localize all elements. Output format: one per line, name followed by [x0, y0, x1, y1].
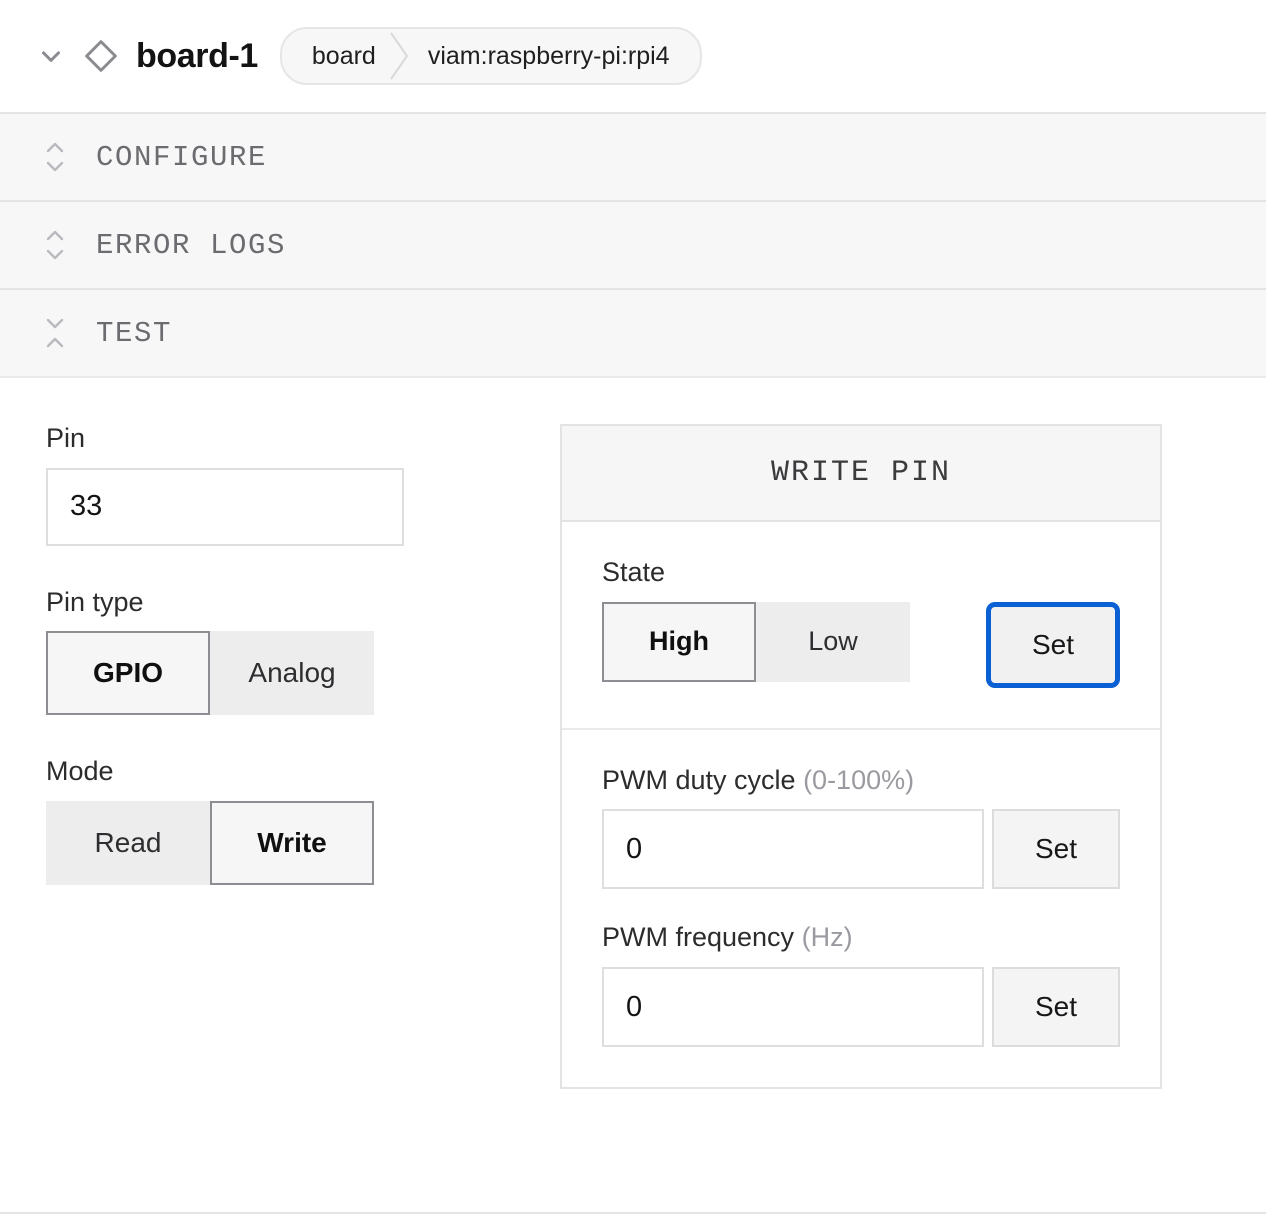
pin-type-group: Pin type GPIO Analog	[46, 586, 560, 716]
state-option-high[interactable]: High	[602, 601, 756, 682]
pin-input[interactable]	[46, 467, 404, 546]
pin-label: Pin	[46, 423, 86, 453]
duty-cycle-label: PWM duty cycle (0-100%)	[602, 764, 1120, 796]
diamond-icon	[78, 33, 124, 79]
write-pin-title: WRITE PIN	[770, 456, 952, 490]
duty-cycle-input[interactable]	[602, 809, 984, 890]
expand-chevrons-icon	[38, 137, 72, 177]
mode-option-read[interactable]: Read	[46, 801, 210, 886]
test-panel-right-column: WRITE PIN State High Low Set PWM duty cy…	[560, 424, 1162, 1090]
write-pin-card-header: WRITE PIN	[562, 426, 1160, 522]
section-label: TEST	[96, 316, 173, 350]
section-label: ERROR LOGS	[96, 228, 287, 262]
pin-type-option-analog[interactable]: Analog	[210, 631, 374, 716]
state-set-button[interactable]: Set	[986, 601, 1120, 688]
pin-field-group: Pin	[46, 423, 560, 546]
test-panel: Pin Pin type GPIO Analog Mode Read Write…	[0, 378, 1266, 1090]
duty-cycle-label-range: (0-100%)	[803, 764, 915, 795]
section-row-error-logs[interactable]: ERROR LOGS	[0, 202, 1266, 290]
breadcrumb: board viam:raspberry-pi:rpi4	[279, 27, 702, 85]
component-header: board-1 board viam:raspberry-pi:rpi4	[0, 0, 1266, 114]
pin-type-option-gpio[interactable]: GPIO	[46, 631, 210, 716]
mode-option-write[interactable]: Write	[210, 801, 374, 886]
collapse-chevrons-icon	[38, 313, 72, 353]
test-panel-left-column: Pin Pin type GPIO Analog Mode Read Write	[0, 423, 560, 1089]
pwm-row-gap	[602, 889, 1120, 923]
duty-cycle-controls-row: Set	[602, 809, 1120, 890]
mode-segmented-control: Read Write	[46, 801, 374, 886]
breadcrumb-type: board	[311, 41, 376, 70]
duty-cycle-label-text: PWM duty cycle	[602, 764, 796, 795]
mode-group: Mode Read Write	[46, 756, 560, 886]
frequency-group: PWM frequency (Hz) Set	[602, 923, 1120, 1048]
breadcrumb-model: viam:raspberry-pi:rpi4	[427, 41, 670, 70]
breadcrumb-separator-icon	[386, 29, 412, 83]
section-row-test[interactable]: TEST	[0, 290, 1266, 378]
state-controls-row: High Low Set	[602, 601, 1120, 688]
page-title: board-1	[136, 36, 258, 75]
frequency-input[interactable]	[602, 967, 984, 1048]
state-section: State High Low Set	[562, 522, 1160, 728]
write-pin-card: WRITE PIN State High Low Set PWM duty cy…	[560, 424, 1162, 1090]
state-label: State	[602, 557, 666, 587]
pin-type-label: Pin type	[46, 586, 144, 617]
expand-chevrons-icon	[38, 225, 72, 265]
section-row-configure[interactable]: CONFIGURE	[0, 114, 1266, 202]
frequency-label-unit: (Hz)	[801, 922, 853, 953]
frequency-label: PWM frequency (Hz)	[602, 923, 1120, 953]
page-bottom-divider	[0, 1212, 1266, 1214]
state-option-low[interactable]: Low	[756, 601, 910, 682]
section-label: CONFIGURE	[96, 140, 268, 174]
frequency-set-button[interactable]: Set	[992, 967, 1120, 1048]
state-segmented-control: High Low	[602, 601, 910, 682]
mode-label: Mode	[46, 756, 114, 787]
frequency-controls-row: Set	[602, 967, 1120, 1048]
pwm-section: PWM duty cycle (0-100%) Set PWM frequenc…	[562, 727, 1160, 1087]
pin-type-segmented-control: GPIO Analog	[46, 631, 374, 716]
chevron-down-icon[interactable]	[34, 39, 68, 73]
duty-cycle-set-button[interactable]: Set	[992, 809, 1120, 890]
duty-cycle-group: PWM duty cycle (0-100%) Set	[602, 764, 1120, 890]
frequency-label-text: PWM frequency	[602, 922, 795, 953]
